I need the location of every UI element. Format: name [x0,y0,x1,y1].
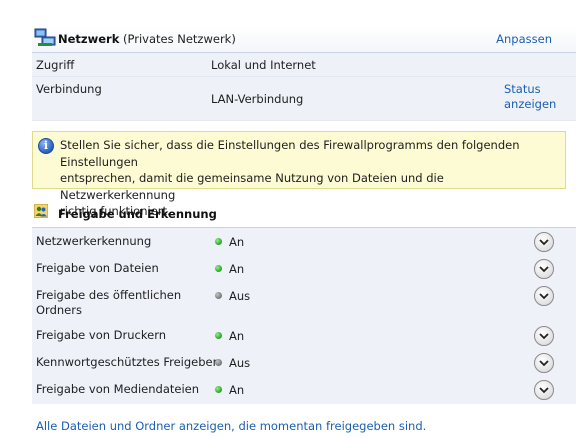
setting-label: Freigabe von Mediendateien [36,382,200,396]
network-icon [34,28,56,48]
sharing-row-password-protected: Kennwortgeschütztes Freigeben Aus [32,350,576,377]
status-on-dot [215,332,222,339]
connection-row: Verbindung LAN-Verbindung Status anzeige… [32,77,576,121]
access-row: Zugriff Lokal und Internet [32,53,576,77]
view-status-link-line2[interactable]: anzeigen [504,97,556,111]
sharing-row-public-folder: Freigabe des öffentlichen Ordners Aus [32,283,576,323]
setting-state: Aus [229,289,251,303]
setting-label-line1: Freigabe des öffentlichen [36,288,182,302]
network-title: Netzwerk (Privates Netzwerk) [58,32,236,46]
firewall-warning: i Stellen Sie sicher, dass die Einstellu… [32,131,566,218]
info-icon: i [38,138,54,154]
warning-line: entsprechen, damit die gemeinsame Nutzun… [60,171,444,202]
network-type: (Privates Netzwerk) [123,32,236,46]
chevron-down-icon[interactable] [534,286,554,306]
warning-line: Stellen Sie sicher, dass die Einstellung… [60,138,520,169]
view-status-link[interactable]: Status anzeigen [504,82,556,112]
network-name: Netzwerk [58,32,120,46]
chevron-down-icon[interactable] [534,380,554,400]
setting-label: Netzwerkerkennung [36,234,152,248]
status-on-dot [215,238,222,245]
sharing-row-network-discovery: Netzwerkerkennung An [32,228,576,256]
setting-state: An [229,383,245,397]
setting-state: An [229,262,245,276]
chevron-down-icon[interactable] [534,259,554,279]
sharing-row-printer-sharing: Freigabe von Druckern An [32,323,576,350]
setting-state: An [229,235,245,249]
customize-link[interactable]: Anpassen [496,32,552,46]
sharing-row-media-sharing: Freigabe von Mediendateien An [32,377,576,404]
connection-value: LAN-Verbindung [211,92,304,106]
status-off-dot [215,292,222,299]
sharing-header: Freigabe und Erkennung [32,203,576,228]
view-status-link-line1[interactable]: Status [504,82,541,96]
setting-label: Freigabe von Dateien [36,261,159,275]
sharing-row-file-sharing: Freigabe von Dateien An [32,256,576,283]
access-label: Zugriff [36,58,75,72]
setting-label: Freigabe des öffentlichen Ordners [36,288,181,318]
setting-state: Aus [229,356,251,370]
status-on-dot [215,386,222,393]
setting-label: Freigabe von Druckern [36,328,167,342]
show-shared-files-link[interactable]: Alle Dateien und Ordner anzeigen, die mo… [36,419,426,433]
chevron-down-icon[interactable] [534,232,554,252]
connection-label: Verbindung [36,82,102,96]
access-value: Lokal und Internet [211,58,316,72]
sharing-users-icon [33,203,49,219]
chevron-down-icon[interactable] [534,326,554,346]
setting-label-line2: Ordners [36,303,82,317]
setting-state: An [229,329,245,343]
setting-label: Kennwortgeschütztes Freigeben [36,355,220,369]
status-on-dot [215,265,222,272]
sharing-title: Freigabe und Erkennung [58,207,217,221]
chevron-down-icon[interactable] [534,353,554,373]
network-header: Netzwerk (Privates Netzwerk) Anpassen [32,26,576,53]
status-off-dot [215,359,222,366]
